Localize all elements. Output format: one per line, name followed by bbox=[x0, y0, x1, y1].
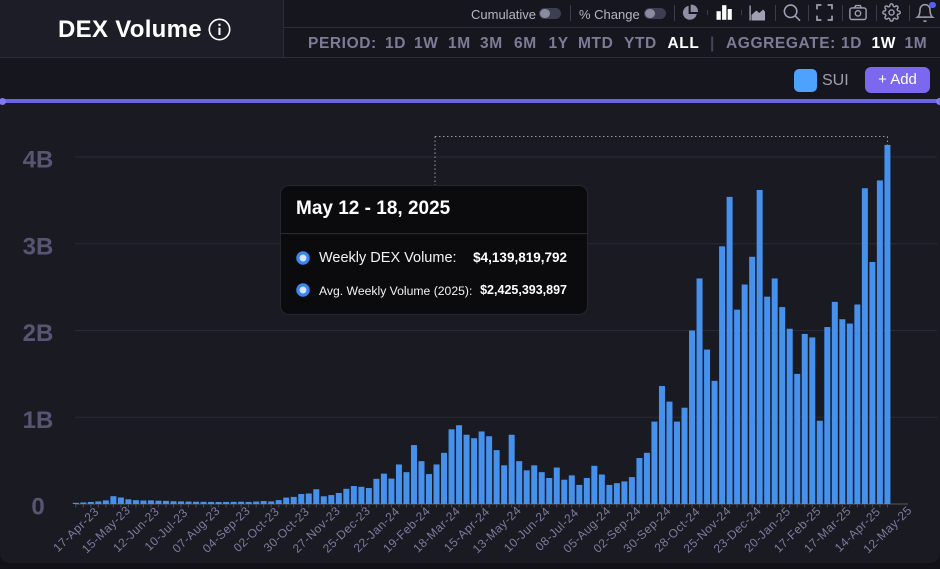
svg-text:1B: 1B bbox=[23, 407, 54, 434]
svg-text:2B: 2B bbox=[23, 320, 54, 347]
svg-text:0: 0 bbox=[31, 494, 44, 521]
svg-text:3B: 3B bbox=[23, 233, 54, 260]
svg-text:4B: 4B bbox=[23, 147, 54, 174]
